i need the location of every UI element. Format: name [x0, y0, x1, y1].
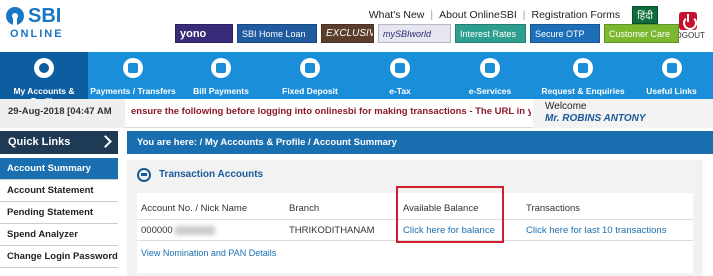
nav-label: Fixed Deposit	[282, 86, 338, 96]
sidebar-item-account-statement[interactable]: Account Statement	[0, 180, 118, 202]
sbi-logo-icon	[6, 7, 24, 25]
table-row-account-cell: 000000	[141, 225, 215, 236]
nav-label: Payments / Transfers	[90, 86, 176, 96]
highlight-box	[396, 186, 504, 243]
sidebar-item-account-summary[interactable]: Account Summary	[0, 158, 118, 180]
services-icon	[480, 58, 500, 78]
transfer-icon	[123, 58, 143, 78]
nav-useful-links[interactable]: Useful Links	[630, 52, 713, 99]
panel-title: Transaction Accounts	[159, 169, 264, 180]
sidebar-item-change-login-password[interactable]: Change Login Password	[0, 246, 118, 268]
nav-request-enquiries[interactable]: Request & Enquiries	[536, 52, 630, 99]
user-icon	[34, 58, 54, 78]
redacted-account	[174, 225, 215, 235]
exclusive-banner[interactable]: EXCLUSIVE	[321, 24, 374, 43]
nav-payments-transfers[interactable]: Payments / Transfers	[88, 52, 178, 99]
nav-label: Useful Links	[646, 86, 697, 96]
column-header-transactions: Transactions	[526, 203, 581, 214]
top-links: What's New | About OnlineSBI | Registrat…	[363, 6, 658, 24]
nav-label: Request & Enquiries	[541, 86, 625, 96]
header: SBI ONLINE What's New | About OnlineSBI …	[0, 0, 713, 52]
deposit-icon	[300, 58, 320, 78]
news-ticker: ensure the following before logging into…	[131, 106, 531, 117]
sidebar-item-pending-statement[interactable]: Pending Statement	[0, 202, 118, 224]
nav-bill-payments[interactable]: Bill Payments	[178, 52, 264, 99]
last-transactions-link[interactable]: Click here for last 10 transactions	[526, 225, 666, 236]
main-navigation: My Accounts & Profile Payments / Transfe…	[0, 52, 713, 106]
breadcrumb: You are here: / My Accounts & Profile / …	[127, 131, 713, 154]
language-toggle-button[interactable]: हिंदी	[632, 6, 658, 24]
tax-icon	[390, 58, 410, 78]
logo-subtext: ONLINE	[10, 28, 64, 40]
banner-strip: yono SBI Home Loan EXCLUSIVE mySBIworld …	[175, 24, 679, 43]
user-name: Mr. ROBINS ANTONY	[545, 113, 646, 124]
nav-fixed-deposit[interactable]: Fixed Deposit	[264, 52, 356, 99]
welcome-box: Welcome Mr. ROBINS ANTONY	[533, 99, 713, 128]
phone-icon	[573, 58, 593, 78]
welcome-label: Welcome	[545, 101, 587, 112]
account-number: 000000	[141, 225, 173, 236]
quick-links-header[interactable]: Quick Links	[0, 131, 118, 154]
customer-care-banner[interactable]: Customer Care	[604, 24, 679, 43]
bill-icon	[211, 58, 231, 78]
power-icon	[679, 12, 697, 30]
interest-rates-banner[interactable]: Interest Rates	[455, 24, 526, 43]
table-row-branch: THRIKODITHANAM	[289, 225, 375, 236]
nav-label: e-Services	[468, 86, 512, 96]
accounts-table: Account No. / Nick Name Branch Available…	[137, 186, 693, 273]
nav-my-accounts[interactable]: My Accounts & Profile	[0, 52, 88, 106]
ticker-row: 29-Aug-2018 [04:47 AM IST] ensure the fo…	[0, 99, 713, 143]
home-loan-banner[interactable]: SBI Home Loan	[237, 24, 317, 43]
nav-label: e-Tax	[389, 86, 411, 96]
nomination-link[interactable]: View Nomination and PAN Details	[141, 248, 276, 258]
nav-label: Bill Payments	[193, 86, 249, 96]
column-header-account: Account No. / Nick Name	[141, 203, 248, 214]
nav-e-services[interactable]: e-Services	[444, 52, 536, 99]
secure-otp-banner[interactable]: Secure OTP	[530, 24, 600, 43]
links-icon	[661, 58, 682, 78]
sidebar-item-spend-analyzer[interactable]: Spend Analyzer	[0, 224, 118, 246]
registration-forms-link[interactable]: Registration Forms	[525, 9, 626, 21]
sbi-logo[interactable]: SBI ONLINE	[6, 5, 76, 45]
whats-new-link[interactable]: What's New	[363, 9, 431, 21]
transaction-accounts-panel: Transaction Accounts Account No. / Nick …	[127, 160, 703, 276]
sbiworld-banner[interactable]: mySBIworld	[378, 24, 451, 43]
yono-banner[interactable]: yono	[175, 24, 233, 43]
sidebar: Account Summary Account Statement Pendin…	[0, 158, 118, 268]
nav-e-tax[interactable]: e-Tax	[356, 52, 444, 99]
column-header-branch: Branch	[289, 203, 320, 214]
date-time: 29-Aug-2018 [04:47 AM IST]	[0, 99, 125, 143]
about-link[interactable]: About OnlineSBI	[433, 9, 523, 21]
logo-text: SBI	[28, 5, 62, 27]
